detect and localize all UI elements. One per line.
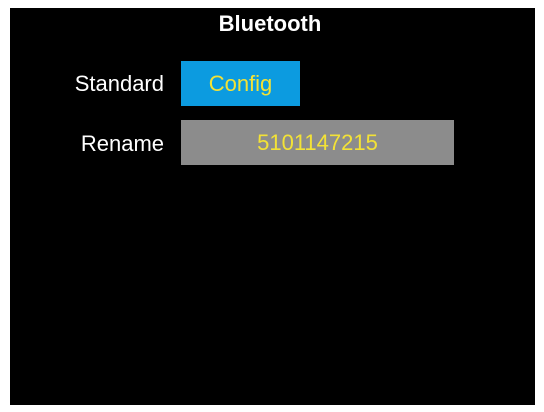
config-button[interactable]: Config — [181, 61, 300, 106]
rename-label: Rename — [80, 131, 164, 156]
rename-field[interactable]: 5101147215 — [181, 120, 454, 165]
standard-label: Standard — [74, 71, 164, 96]
page-title: Bluetooth — [218, 11, 322, 36]
